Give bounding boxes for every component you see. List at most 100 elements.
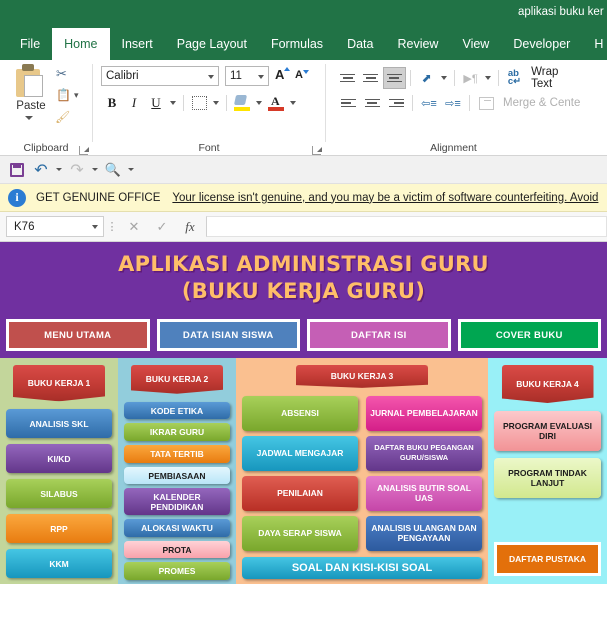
align-bottom-button[interactable]: [382, 67, 406, 89]
paste-dropdown-icon[interactable]: [25, 116, 33, 120]
kkm-button[interactable]: KKM: [6, 549, 112, 579]
align-middle-button[interactable]: [359, 67, 382, 89]
font-name-input[interactable]: Calibri: [101, 66, 219, 86]
daftar-buku-pegangan-button[interactable]: DAFTAR BUKU PEGANGAN GURU/SISWA: [366, 435, 482, 471]
jurnal-pembelajaran-button[interactable]: JURNAL PEMBELAJARAN: [366, 395, 482, 431]
font-size-input[interactable]: 11: [225, 66, 269, 86]
clipboard-dialog-launcher[interactable]: [79, 146, 89, 155]
cancel-icon[interactable]: ✕: [120, 216, 148, 237]
text-direction-dropdown-icon[interactable]: [482, 67, 494, 89]
jadwal-mengajar-button[interactable]: JADWAL MENGAJAR: [242, 435, 358, 471]
align-left-button[interactable]: [336, 92, 360, 114]
font-dialog-launcher[interactable]: [312, 146, 322, 155]
borders-button[interactable]: [188, 92, 210, 114]
customize-icon[interactable]: [126, 159, 136, 181]
text-direction-button[interactable]: ▶¶: [459, 67, 482, 89]
align-right-button[interactable]: [384, 92, 408, 114]
underline-button[interactable]: U: [145, 92, 167, 114]
tab-insert[interactable]: Insert: [110, 28, 165, 60]
redo-icon[interactable]: ↷: [66, 159, 88, 181]
daftar-isi-button[interactable]: DAFTAR ISI: [307, 319, 451, 351]
orientation-dropdown-icon[interactable]: [438, 67, 450, 89]
pembiasaan-button[interactable]: PEMBIASAAN: [124, 466, 230, 485]
chevron-down-icon[interactable]: [208, 75, 214, 79]
paintbrush-icon[interactable]: 🖌: [55, 110, 70, 124]
analisis-skl-button[interactable]: ANALISIS SKL: [6, 409, 112, 439]
fx-icon[interactable]: fx: [176, 216, 204, 237]
decrease-font-size-button[interactable]: A: [295, 69, 309, 81]
print-preview-icon[interactable]: 🔍: [102, 159, 124, 181]
app-title-line2: (BUKU KERJA GURU): [181, 279, 426, 303]
ikrar-guru-button[interactable]: IKRAR GURU: [124, 423, 230, 442]
tata-tertib-button[interactable]: TATA TERTIB: [124, 445, 230, 463]
italic-button[interactable]: I: [123, 92, 145, 114]
chevron-down-icon[interactable]: [92, 225, 98, 229]
fill-color-button[interactable]: [231, 92, 253, 114]
tab-home[interactable]: Home: [52, 28, 110, 60]
borders-dropdown-icon[interactable]: [210, 92, 222, 114]
kalender-pendidikan-button[interactable]: KALENDER PENDIDIKAN: [124, 488, 230, 516]
tab-review[interactable]: Review: [385, 28, 450, 60]
prota-button[interactable]: PROTA: [124, 540, 230, 559]
scissors-icon[interactable]: ✂: [56, 66, 67, 82]
buku-kerja-3-header[interactable]: BUKU KERJA 3: [296, 365, 428, 388]
copy-dropdown-icon[interactable]: ▾: [74, 90, 79, 101]
font-color-button[interactable]: A: [265, 92, 287, 114]
formula-bar-separator: ⋮: [106, 221, 118, 233]
promes-button[interactable]: PROMES: [124, 562, 230, 581]
tab-formulas[interactable]: Formulas: [259, 28, 335, 60]
buku-kerja-2-header[interactable]: BUKU KERJA 2: [131, 365, 223, 394]
merge-center-label: Merge & Cente: [503, 97, 581, 109]
soal-dan-kisi-kisi-soal-button[interactable]: SOAL DAN KISI-KISI SOAL: [242, 556, 482, 579]
tab-developer[interactable]: Developer: [501, 28, 582, 60]
cover-buku-button[interactable]: COVER BUKU: [457, 319, 601, 351]
daya-serap-siswa-button[interactable]: DAYA SERAP SISWA: [242, 515, 358, 551]
decrease-indent-button[interactable]: ⇦≡: [417, 92, 441, 114]
fill-color-dropdown-icon[interactable]: [253, 92, 265, 114]
tab-help[interactable]: H: [582, 28, 607, 60]
save-icon[interactable]: [6, 159, 28, 181]
tab-file[interactable]: File: [8, 28, 52, 60]
program-tindak-lanjut-button[interactable]: PROGRAM TINDAK LANJUT: [494, 458, 601, 498]
align-center-button[interactable]: [360, 92, 384, 114]
buku-kerja-4-header[interactable]: BUKU KERJA 4: [501, 365, 594, 403]
paste-button[interactable]: [14, 64, 44, 98]
daftar-pustaka-button[interactable]: DAFTAR PUSTAKA: [497, 545, 598, 573]
align-right-icon: [388, 96, 404, 109]
menu-utama-button[interactable]: MENU UTAMA: [6, 319, 150, 351]
undo-dropdown-icon[interactable]: [54, 159, 64, 181]
chevron-down-icon[interactable]: [258, 75, 264, 79]
penilaian-button[interactable]: PENILAIAN: [242, 475, 358, 511]
daftar-pustaka-frame: DAFTAR PUSTAKA: [494, 542, 601, 576]
formula-input[interactable]: [206, 216, 607, 237]
align-top-button[interactable]: [336, 67, 359, 89]
name-box[interactable]: K76: [6, 216, 104, 237]
rpp-button[interactable]: RPP: [6, 514, 112, 544]
wrap-text-button[interactable]: ab c↵: [503, 67, 526, 89]
tab-view[interactable]: View: [450, 28, 501, 60]
increase-font-size-button[interactable]: A: [275, 67, 290, 82]
absensi-button[interactable]: ABSENSI: [242, 395, 358, 431]
bold-button[interactable]: B: [101, 92, 123, 114]
ki-kd-button[interactable]: KI/KD: [6, 444, 112, 474]
font-color-dropdown-icon[interactable]: [287, 92, 299, 114]
undo-icon[interactable]: ↶: [30, 159, 52, 181]
analisis-butir-soal-uas-button[interactable]: ANALISIS BUTIR SOAL UAS: [366, 475, 482, 511]
tab-data[interactable]: Data: [335, 28, 385, 60]
license-banner-link[interactable]: Your license isn't genuine, and you may …: [172, 192, 598, 204]
copy-icon[interactable]: 📋: [56, 88, 71, 102]
kode-etika-button[interactable]: KODE ETIKA: [124, 401, 230, 420]
check-icon[interactable]: ✓: [148, 216, 176, 237]
silabus-button[interactable]: SILABUS: [6, 479, 112, 509]
buku-kerja-1-header[interactable]: BUKU KERJA 1: [13, 365, 105, 402]
data-isian-siswa-button[interactable]: DATA ISIAN SISWA: [156, 319, 300, 351]
orientation-button[interactable]: ⬈: [415, 67, 438, 89]
alokasi-waktu-button[interactable]: ALOKASI WAKTU: [124, 519, 230, 537]
tab-page-layout[interactable]: Page Layout: [165, 28, 259, 60]
redo-dropdown-icon[interactable]: [90, 159, 100, 181]
underline-dropdown-icon[interactable]: [167, 92, 179, 114]
increase-indent-button[interactable]: ⇨≡: [441, 92, 465, 114]
program-evaluasi-diri-button[interactable]: PROGRAM EVALUASI DIRI: [494, 411, 601, 451]
analisis-ulangan-pengayaan-button[interactable]: ANALISIS ULANGAN DAN PENGAYAAN: [366, 515, 482, 551]
border-icon: [191, 96, 207, 110]
